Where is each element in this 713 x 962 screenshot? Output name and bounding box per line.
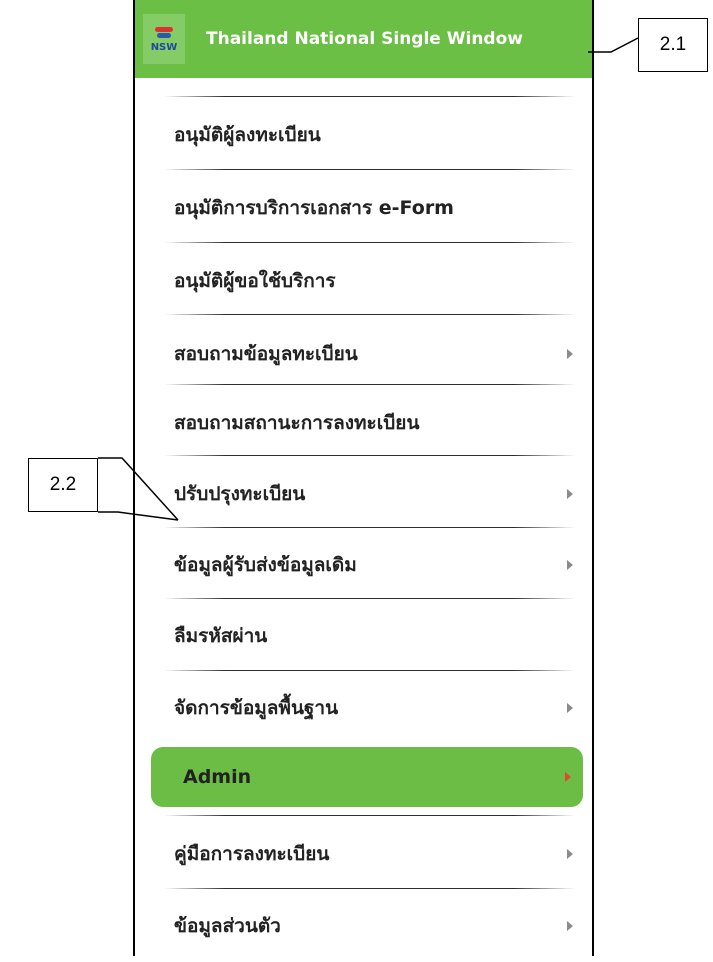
callout-leader-header (588, 37, 639, 53)
callout-leader-menu (98, 511, 179, 521)
callout-leader-menu-upper (98, 457, 179, 521)
callout-leaders (98, 37, 639, 521)
